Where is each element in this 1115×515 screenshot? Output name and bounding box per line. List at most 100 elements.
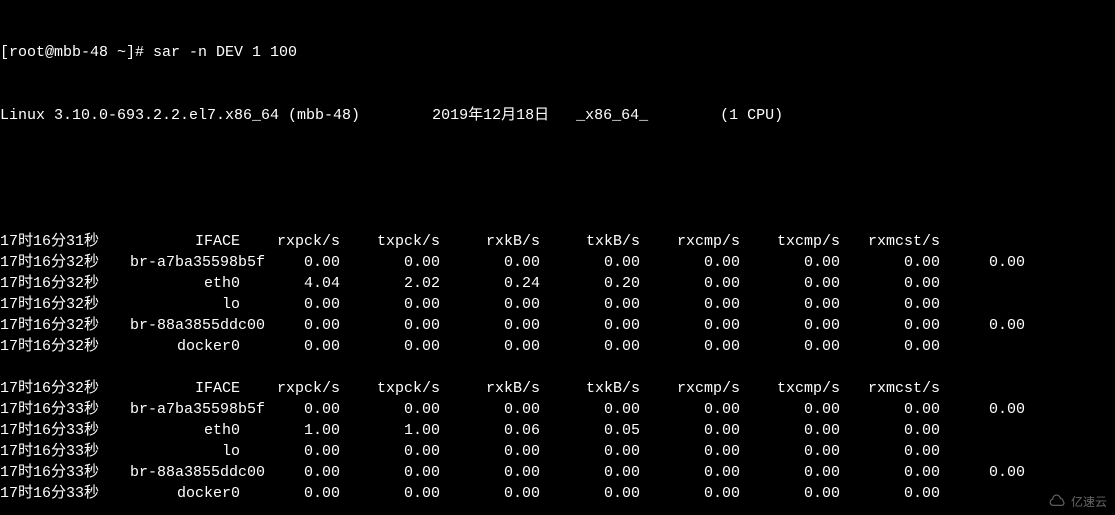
row-value: 0.00 (640, 273, 740, 294)
row-value: 0.00 (640, 294, 740, 315)
header-time: 17时16分32秒 (0, 378, 130, 399)
row-value: 0.00 (640, 483, 740, 504)
row-value: 0.00 (340, 336, 440, 357)
blank-line (0, 168, 1115, 189)
row-value: 0.00 (340, 462, 440, 483)
row-time: 17时16分32秒 (0, 294, 130, 315)
row-value: 0.00 (440, 441, 540, 462)
row-value: 0.00 (740, 315, 840, 336)
sar-data-row: 17时16分32秒lo0.000.000.000.000.000.000.00 (0, 294, 1115, 315)
row-value: 1.00 (240, 420, 340, 441)
header-col: rxcmp/s (640, 378, 740, 399)
header-col: rxcmp/s (640, 231, 740, 252)
blank-line (0, 504, 1115, 515)
row-value: 0.00 (540, 462, 640, 483)
row-value: 0.00 (840, 252, 940, 273)
header-col: txkB/s (540, 378, 640, 399)
row-value: 0.24 (440, 273, 540, 294)
row-value: 0.00 (240, 252, 340, 273)
row-value: 0.00 (540, 441, 640, 462)
row-value: 0.00 (240, 441, 340, 462)
header-iface: IFACE (130, 378, 240, 399)
sar-data-row: 17时16分33秒docker00.000.000.000.000.000.00… (0, 483, 1115, 504)
sar-data-row: 17时16分33秒lo0.000.000.000.000.000.000.00 (0, 441, 1115, 462)
row-iface: lo (130, 294, 240, 315)
row-value: 0.00 (840, 273, 940, 294)
row-value: 0.00 (340, 252, 440, 273)
sys-spacer2 (549, 107, 576, 124)
row-value: 0.00 (340, 315, 440, 336)
row-value: 0.00 (640, 462, 740, 483)
sar-data-row: 17时16分32秒docker00.000.000.000.000.000.00… (0, 336, 1115, 357)
row-time: 17时16分32秒 (0, 273, 130, 294)
row-iface: docker0 (130, 336, 240, 357)
sar-header-row: 17时16分31秒IFACErxpck/stxpck/srxkB/stxkB/s… (0, 231, 1115, 252)
row-value: 0.00 (440, 336, 540, 357)
blank-line (0, 357, 1115, 378)
row-iface: br-a7ba35598b5f (130, 399, 240, 420)
row-value: 0.00 (540, 336, 640, 357)
row-value: 0.00 (740, 273, 840, 294)
row-value: 0.00 (740, 252, 840, 273)
header-col: txcmp/s (740, 231, 840, 252)
header-time: 17时16分31秒 (0, 231, 130, 252)
row-value: 0.00 (440, 399, 540, 420)
row-time: 17时16分33秒 (0, 420, 130, 441)
row-value: 0.00 (540, 315, 640, 336)
row-iface: docker0 (130, 483, 240, 504)
row-value: 0.00 (240, 315, 340, 336)
watermark: 亿速云 (1049, 494, 1107, 509)
header-col: rxpck/s (240, 231, 340, 252)
terminal-output[interactable]: [root@mbb-48 ~]# sar -n DEV 1 100 Linux … (0, 0, 1115, 515)
row-value: 0.00 (540, 399, 640, 420)
row-extra: 0.00 (940, 315, 1025, 336)
row-iface: eth0 (130, 273, 240, 294)
row-extra: 0.00 (940, 399, 1025, 420)
row-value: 0.00 (740, 420, 840, 441)
row-value: 0.00 (840, 399, 940, 420)
row-value: 0.00 (540, 294, 640, 315)
row-value: 0.00 (340, 483, 440, 504)
header-col: txcmp/s (740, 378, 840, 399)
header-col: rxpck/s (240, 378, 340, 399)
row-iface: lo (130, 441, 240, 462)
row-value: 0.00 (740, 483, 840, 504)
row-value: 0.00 (840, 336, 940, 357)
cloud-icon (1049, 494, 1067, 509)
date-info: 2019年12月18日 (432, 107, 549, 124)
row-value: 0.00 (340, 294, 440, 315)
header-col: rxmcst/s (840, 231, 940, 252)
command-text: sar -n DEV 1 100 (153, 44, 297, 61)
row-value: 0.00 (440, 252, 540, 273)
row-value: 0.00 (740, 336, 840, 357)
row-value: 0.05 (540, 420, 640, 441)
row-value: 0.00 (440, 315, 540, 336)
row-value: 0.00 (240, 399, 340, 420)
row-time: 17时16分32秒 (0, 336, 130, 357)
sar-data-row: 17时16分33秒br-a7ba35598b5f0.000.000.000.00… (0, 399, 1115, 420)
row-value: 2.02 (340, 273, 440, 294)
header-iface: IFACE (130, 231, 240, 252)
row-value: 0.00 (540, 252, 640, 273)
row-value: 0.00 (240, 462, 340, 483)
row-value: 0.00 (640, 315, 740, 336)
row-time: 17时16分33秒 (0, 462, 130, 483)
row-value: 0.00 (840, 294, 940, 315)
row-time: 17时16分33秒 (0, 483, 130, 504)
row-value: 0.00 (640, 252, 740, 273)
sar-data-row: 17时16分32秒br-a7ba35598b5f0.000.000.000.00… (0, 252, 1115, 273)
header-col: txpck/s (340, 378, 440, 399)
prompt-line: [root@mbb-48 ~]# sar -n DEV 1 100 (0, 42, 1115, 63)
row-iface: br-88a3855ddc00 (130, 462, 240, 483)
row-value: 0.00 (240, 483, 340, 504)
watermark-text: 亿速云 (1071, 495, 1107, 509)
row-value: 0.00 (840, 315, 940, 336)
row-value: 0.00 (740, 462, 840, 483)
row-time: 17时16分33秒 (0, 399, 130, 420)
row-value: 0.00 (540, 483, 640, 504)
row-value: 0.00 (440, 294, 540, 315)
row-value: 0.00 (440, 483, 540, 504)
header-col: txkB/s (540, 231, 640, 252)
row-time: 17时16分33秒 (0, 441, 130, 462)
row-value: 0.00 (840, 462, 940, 483)
